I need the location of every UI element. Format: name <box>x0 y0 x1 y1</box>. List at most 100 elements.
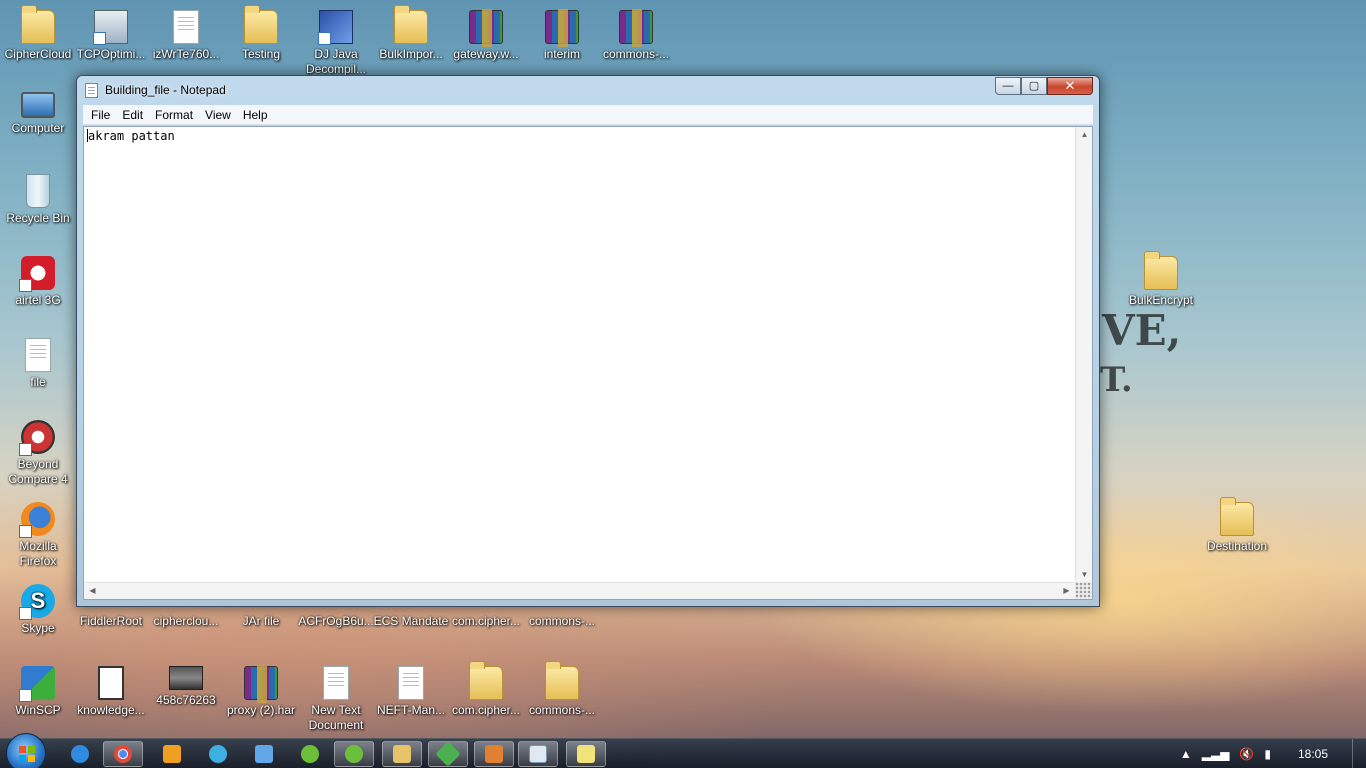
vertical-scrollbar[interactable]: ▲ ▼ <box>1075 127 1092 582</box>
winrar-archive-icon <box>545 9 579 47</box>
dj-java-icon <box>318 10 353 45</box>
desktop-icon-bulkimport[interactable]: BulkImpor... <box>373 4 449 62</box>
show-desktop-button[interactable] <box>1352 739 1366 768</box>
taskbar-chrome[interactable] <box>103 741 143 767</box>
horizontal-scrollbar[interactable]: ◀ ▶ <box>84 582 1075 599</box>
wallpaper-text-1: VE, <box>1102 306 1182 355</box>
text-area[interactable]: akram pattan <box>84 127 1075 582</box>
scroll-up-icon[interactable]: ▲ <box>1076 130 1093 139</box>
notepad-window[interactable]: Building_file - Notepad — ▢ ✕ File Edit … <box>76 75 1100 607</box>
taskbar-sticky-notes[interactable] <box>566 741 606 767</box>
title-bar[interactable]: Building_file - Notepad — ▢ ✕ <box>77 76 1099 104</box>
winrar-archive-icon <box>619 9 653 47</box>
desktop-icon-firefox[interactable]: Mozilla Firefox <box>0 496 76 569</box>
desktop-icon-commons-bottom[interactable]: commons-... <box>524 660 600 718</box>
resize-grip[interactable] <box>1075 582 1092 599</box>
menu-help[interactable]: Help <box>237 108 274 122</box>
system-tray: ▲ ▂▃▅ 🔇 ▮ 18:05 <box>1175 739 1366 768</box>
taskbar: ▲ ▂▃▅ 🔇 ▮ 18:05 <box>0 733 1366 768</box>
photo-icon <box>169 666 203 690</box>
maximize-button[interactable]: ▢ <box>1021 77 1047 95</box>
desktop-icon-proxy-har[interactable]: proxy (2).har <box>223 660 299 718</box>
taskbar-ie[interactable] <box>60 741 100 767</box>
desktop-icon-new-text-document[interactable]: New Text Document <box>298 660 374 733</box>
document-text: akram pattan <box>88 129 175 143</box>
taskbar-chrome-alt[interactable] <box>198 741 238 767</box>
white-file-icon <box>98 666 124 700</box>
menu-format[interactable]: Format <box>149 108 199 122</box>
internet-explorer-icon <box>71 745 89 763</box>
scroll-left-icon[interactable]: ◀ <box>84 586 101 595</box>
desktop-icon-testing[interactable]: Testing <box>223 4 299 62</box>
winrar-archive-icon <box>244 665 278 703</box>
desktop-icon-gateway[interactable]: gateway.w... <box>448 4 524 62</box>
folder-icon <box>394 5 428 44</box>
text-document-icon <box>323 666 349 700</box>
folder-icon <box>545 661 579 700</box>
desktop-icon-winscp[interactable]: WinSCP <box>0 660 76 718</box>
sticky-notes-icon <box>577 745 595 763</box>
folder-icon <box>393 745 411 763</box>
computer-icon <box>21 92 55 118</box>
media-player-icon <box>163 745 181 763</box>
scroll-right-icon[interactable]: ▶ <box>1058 586 1075 595</box>
desktop-icon-tcpoptimizer[interactable]: TCPOptimi... <box>73 4 149 62</box>
notepad-icon[interactable] <box>85 83 98 98</box>
desktop-icon-ciphercloud[interactable]: CipherCloud <box>0 4 76 62</box>
menu-bar: File Edit Format View Help <box>83 105 1093 125</box>
network-signal-icon[interactable]: ▂▃▅ <box>1202 747 1230 761</box>
desktop-icon-neft-manual[interactable]: NEFT-Man... <box>373 660 449 718</box>
wallpaper-text-2: T. <box>1100 360 1133 400</box>
close-button[interactable]: ✕ <box>1047 77 1093 95</box>
folder-icon <box>469 661 503 700</box>
menu-edit[interactable]: Edit <box>116 108 149 122</box>
folder-icon <box>21 5 55 44</box>
clock[interactable]: 18:05 <box>1298 747 1328 761</box>
desktop-icon-skype[interactable]: S Skype <box>0 578 76 636</box>
taskbar-spring-2[interactable] <box>334 741 374 767</box>
chrome-icon <box>114 745 132 763</box>
taskbar-notepad[interactable] <box>518 741 558 767</box>
desktop-icon-dj-java[interactable]: DJ Java Decompil... <box>298 4 374 77</box>
volume-muted-icon[interactable]: 🔇 <box>1239 747 1254 761</box>
desktop-icon-airtel[interactable]: airtel 3G <box>0 250 76 308</box>
document-icon <box>173 10 199 44</box>
desktop-icon-commons-top[interactable]: commons-... <box>598 4 674 62</box>
desktop-icon-file[interactable]: file <box>0 332 76 390</box>
tray-expand-icon[interactable]: ▲ <box>1180 747 1192 761</box>
menu-file[interactable]: File <box>85 108 116 122</box>
desktop-icon-recycle-bin[interactable]: Recycle Bin <box>0 168 76 226</box>
text-editor[interactable]: akram pattan ▲ ▼ ◀ ▶ <box>83 126 1093 600</box>
start-button[interactable] <box>6 733 46 768</box>
battery-icon[interactable]: ▮ <box>1264 747 1271 761</box>
taskbar-fiddler[interactable] <box>428 741 468 767</box>
fiddler-icon <box>435 741 461 767</box>
taskbar-vpn[interactable] <box>244 741 284 767</box>
browser-icon <box>209 745 227 763</box>
spring-tool-icon <box>301 745 319 763</box>
desktop-icon-458c76263[interactable]: 458c76263 <box>148 660 224 708</box>
desktop-icon-destination[interactable]: Destination <box>1199 496 1275 554</box>
spring-tool-icon <box>345 745 363 763</box>
taskbar-media-player[interactable] <box>152 741 192 767</box>
taskbar-winscp[interactable] <box>474 741 514 767</box>
minimize-button[interactable]: — <box>995 77 1021 95</box>
desktop-icon-beyond-compare[interactable]: Beyond Compare 4 <box>0 414 76 487</box>
notepad-icon <box>529 745 547 763</box>
winscp-icon <box>485 745 503 763</box>
window-title: Building_file - Notepad <box>105 83 226 97</box>
menu-view[interactable]: View <box>199 108 237 122</box>
taskbar-explorer[interactable] <box>382 741 422 767</box>
firefox-icon <box>19 502 55 538</box>
desktop-icon-com-cipher-2[interactable]: com.cipher... <box>448 660 524 718</box>
recycle-bin-icon <box>26 174 50 208</box>
desktop-icon-knowledge[interactable]: knowledge... <box>73 660 149 718</box>
desktop-icon-izwrte[interactable]: izWrTe760... <box>148 4 224 62</box>
taskbar-spring[interactable] <box>290 741 330 767</box>
desktop-icon-computer[interactable]: Computer <box>0 86 76 136</box>
folder-icon <box>1220 497 1254 536</box>
scroll-down-icon[interactable]: ▼ <box>1076 570 1093 579</box>
desktop-icon-interim[interactable]: interim <box>524 4 600 62</box>
shield-icon <box>255 745 273 763</box>
desktop-icon-bulkencrypt[interactable]: BulkEncrypt <box>1123 250 1199 308</box>
